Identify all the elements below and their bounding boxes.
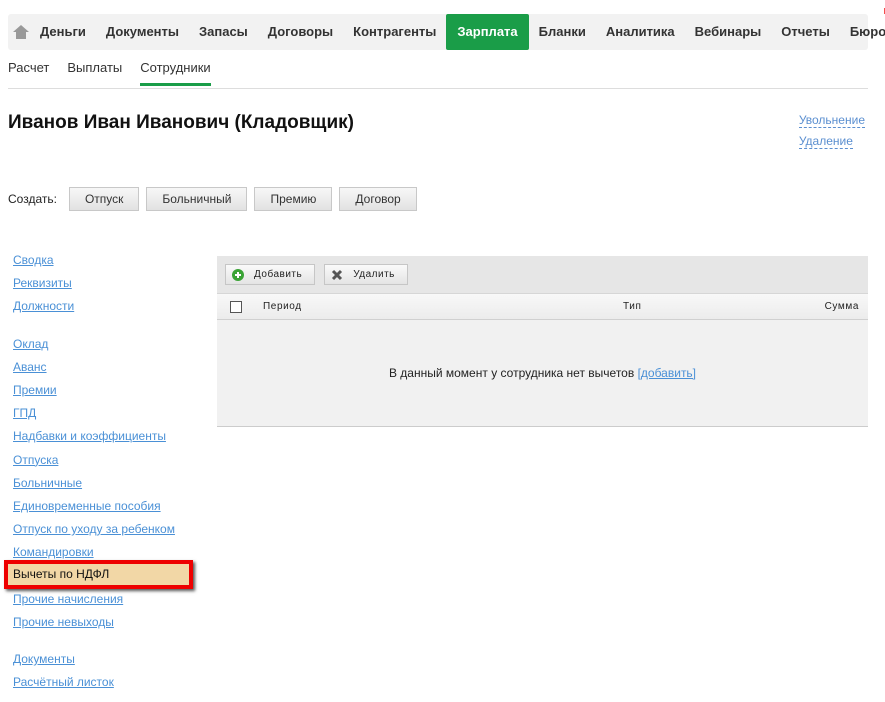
delete-label: Удалить [353, 269, 395, 280]
plus-circle-icon [232, 268, 244, 281]
top-nav: Деньги Документы Запасы Договоры Контраг… [8, 8, 885, 50]
create-sick-leave-button[interactable]: Больничный [146, 187, 248, 211]
create-bonus-button[interactable]: Премию [254, 187, 333, 211]
sidebar-item[interactable]: Отпуска [13, 453, 175, 476]
sidebar-item[interactable]: Сводка [13, 253, 175, 276]
sidebar-item[interactable]: Аванс [13, 360, 175, 383]
column-type[interactable]: Тип [623, 301, 641, 312]
select-all-checkbox[interactable] [230, 301, 242, 313]
column-period[interactable]: Период [263, 301, 302, 312]
deductions-panel: Добавить Удалить Период Тип Сумма В данн… [217, 256, 868, 427]
create-contract-button[interactable]: Договор [339, 187, 417, 211]
sidebar-item[interactable]: Надбавки и коэффициенты [13, 429, 175, 452]
delete-link[interactable]: Удаление [798, 134, 853, 149]
sidebar-item[interactable]: Должности [13, 299, 175, 322]
employee-actions: Увольнение Удаление [798, 113, 865, 155]
home-icon[interactable] [12, 24, 30, 40]
sidebar-item[interactable]: Прочие начисления [13, 592, 175, 615]
sidebar-item[interactable]: ГПД [13, 406, 175, 429]
nav-salary[interactable]: Зарплата [446, 14, 529, 50]
sidebar-item[interactable]: Больничные [13, 476, 175, 499]
nav-bureau[interactable]: Бюроbeta [840, 8, 885, 50]
nav-documents[interactable]: Документы [96, 14, 189, 50]
sidebar-item[interactable]: Единовременные пособия [13, 499, 175, 522]
tab-calculation[interactable]: Расчет [8, 60, 49, 86]
create-label: Создать: [8, 192, 57, 206]
empty-text: В данный момент у сотрудника нет вычетов [388, 366, 635, 380]
sidebar: Сводка Реквизиты Должности Оклад Аванс П… [4, 253, 193, 698]
sidebar-item[interactable]: Расчётный листок [13, 675, 175, 698]
sub-nav: Расчет Выплаты Сотрудники [8, 60, 211, 86]
delete-button[interactable]: Удалить [324, 264, 408, 285]
sidebar-item-selected[interactable]: Вычеты по НДФЛ [4, 560, 193, 589]
column-amount[interactable]: Сумма [825, 301, 859, 312]
nav-analytics[interactable]: Аналитика [596, 14, 685, 50]
nav-bureau-label: Бюро [849, 24, 885, 39]
sidebar-item[interactable]: Документы [13, 652, 175, 675]
table-header: Период Тип Сумма [217, 293, 868, 320]
create-bar: Создать: Отпуск Больничный Премию Догово… [8, 187, 417, 211]
nav-stock[interactable]: Запасы [189, 14, 258, 50]
empty-state: В данный момент у сотрудника нет вычетов… [217, 320, 868, 427]
add-link[interactable]: [добавить] [638, 366, 696, 380]
sidebar-item[interactable]: Премии [13, 383, 175, 406]
nav-reports[interactable]: Отчеты [771, 14, 840, 50]
add-label: Добавить [254, 269, 303, 280]
nav-forms[interactable]: Бланки [529, 14, 596, 50]
nav-webinars[interactable]: Вебинары [685, 14, 772, 50]
sidebar-item[interactable]: Прочие невыходы [13, 615, 175, 638]
x-icon [332, 269, 343, 280]
sidebar-item[interactable]: Отпуск по уходу за ребенком [13, 522, 175, 545]
nav-counterparties[interactable]: Контрагенты [343, 14, 446, 50]
add-button[interactable]: Добавить [225, 264, 316, 285]
divider [8, 88, 868, 89]
tab-employees[interactable]: Сотрудники [140, 60, 211, 86]
toolbar: Добавить Удалить [217, 256, 868, 293]
nav-contracts[interactable]: Договоры [258, 14, 343, 50]
dismiss-link[interactable]: Увольнение [798, 113, 865, 128]
sidebar-item[interactable]: Оклад [13, 337, 175, 360]
nav-money[interactable]: Деньги [30, 14, 96, 50]
page-title: Иванов Иван Иванович (Кладовщик) [8, 112, 354, 133]
sidebar-item[interactable]: Реквизиты [13, 276, 175, 299]
create-vacation-button[interactable]: Отпуск [68, 187, 140, 211]
tab-payments[interactable]: Выплаты [67, 60, 122, 86]
